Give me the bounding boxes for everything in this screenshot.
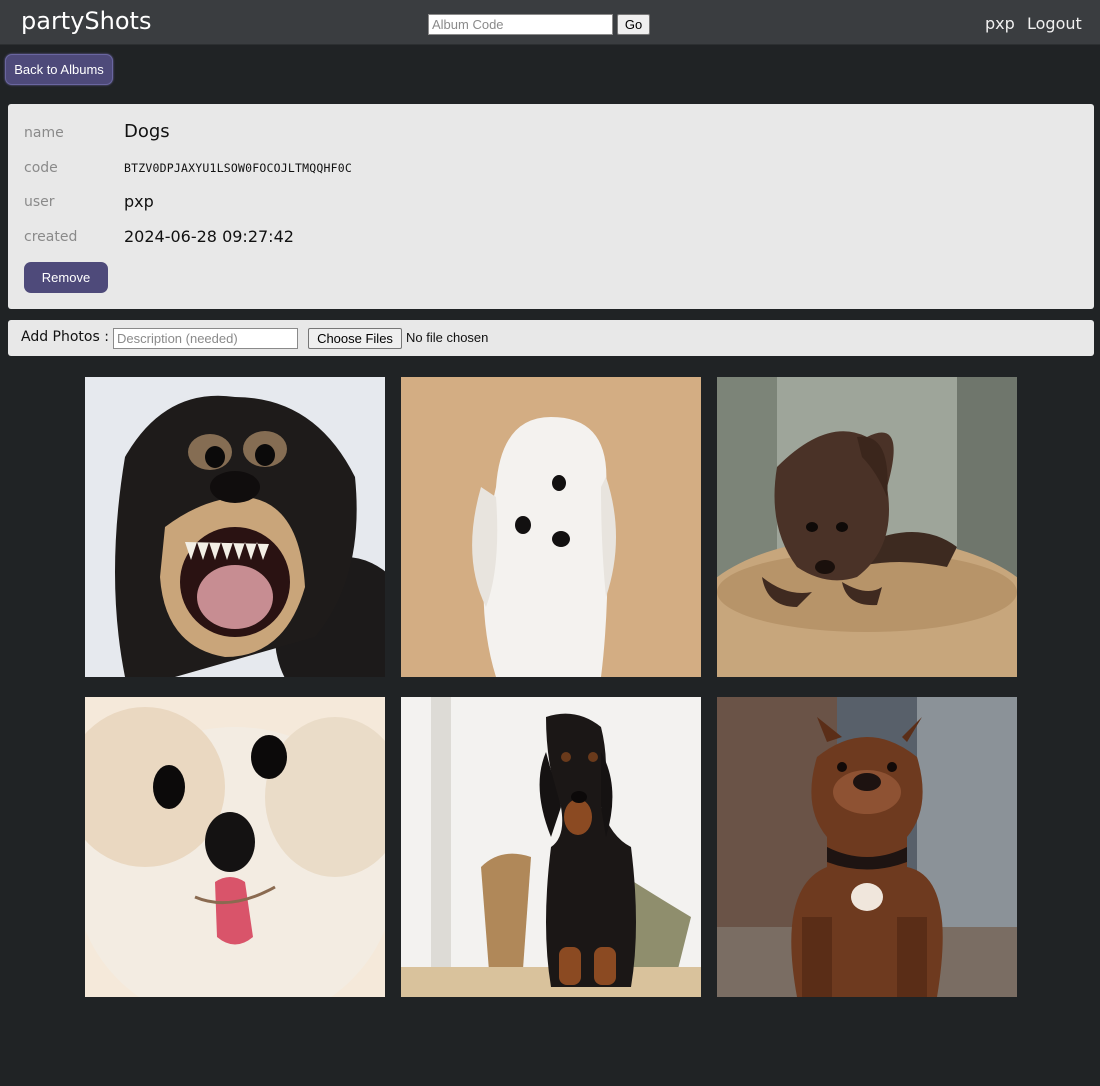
album-created: 2024-06-28 09:27:42 <box>124 227 294 246</box>
code-label: code <box>24 160 58 176</box>
choose-files-button[interactable]: Choose Files <box>308 328 402 349</box>
no-file-status: No file chosen <box>406 330 489 345</box>
created-label: created <box>24 229 78 245</box>
photo-thumbnail-6[interactable] <box>717 697 1017 997</box>
photo-thumbnail-5[interactable] <box>401 697 701 997</box>
album-user: pxp <box>124 192 154 211</box>
nav-user-link[interactable]: pxp <box>985 14 1015 33</box>
go-button[interactable]: Go <box>617 14 650 35</box>
add-photos-bar: Add Photos : Choose Files No file chosen <box>8 320 1094 356</box>
photo-thumbnail-2[interactable] <box>401 377 701 677</box>
photo-thumbnail-3[interactable] <box>717 377 1017 677</box>
name-label: name <box>24 125 64 141</box>
remove-album-button[interactable]: Remove <box>24 262 108 293</box>
brand-logo[interactable]: partyShots <box>21 7 151 35</box>
album-code: BTZV0DPJAXYU1LSOW0FOCOJLTMQQHF0C <box>124 161 352 175</box>
photo-thumbnail-4[interactable] <box>85 697 385 997</box>
user-label: user <box>24 194 55 210</box>
description-input[interactable] <box>113 328 298 349</box>
album-name: Dogs <box>124 121 170 142</box>
photo-thumbnail-1[interactable] <box>85 377 385 677</box>
back-to-albums-button[interactable]: Back to Albums <box>5 54 113 85</box>
logout-link[interactable]: Logout <box>1027 14 1082 33</box>
album-info-card: name Dogs code BTZV0DPJAXYU1LSOW0FOCOJLT… <box>8 104 1094 309</box>
album-code-input[interactable] <box>428 14 613 35</box>
top-navbar: partyShots Go pxp Logout <box>0 0 1100 45</box>
add-photos-label: Add Photos : <box>21 329 109 345</box>
